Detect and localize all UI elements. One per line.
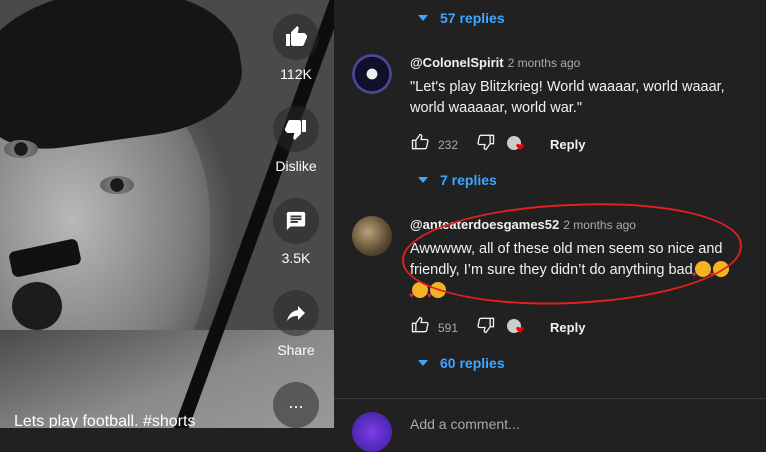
like-count: 591	[438, 320, 459, 335]
comment-text: "Let's play Blitzkrieg! World waaaar, wo…	[410, 79, 725, 116]
avatar[interactable]	[352, 216, 392, 256]
like-count: 232	[438, 137, 459, 152]
thumbs-down-icon	[273, 106, 319, 152]
avatar[interactable]	[352, 54, 392, 94]
video-frame-hair	[0, 0, 250, 158]
creator-heart-icon	[506, 318, 528, 338]
view-replies-button[interactable]: 57 replies	[418, 10, 505, 26]
comment-icon	[273, 198, 319, 244]
view-replies-button[interactable]: 7 replies	[418, 172, 497, 188]
creator-heart-icon	[506, 135, 528, 155]
video-frame-mouth	[12, 282, 62, 330]
thumbs-down-outline-icon[interactable]	[476, 315, 496, 340]
dislike-label: Dislike	[275, 158, 317, 174]
comment-timestamp: 2 months ago	[507, 56, 581, 70]
like-button[interactable]: 112K	[272, 14, 320, 82]
more-options-button[interactable]: ...	[272, 382, 320, 428]
thumbs-up-icon	[273, 14, 319, 60]
video-frame-eye	[100, 176, 134, 194]
video-frame-eye	[4, 140, 38, 158]
thumbs-down-outline-icon[interactable]	[476, 132, 496, 157]
reply-button[interactable]: Reply	[550, 137, 585, 152]
more-dots-icon: ...	[273, 382, 319, 428]
view-replies-button[interactable]: 60 replies	[418, 355, 505, 371]
share-button[interactable]: Share	[272, 290, 320, 358]
like-count: 112K	[280, 66, 312, 82]
reply-button[interactable]: Reply	[550, 320, 585, 335]
caret-down-icon	[418, 15, 428, 21]
share-label: Share	[277, 342, 315, 358]
comments-button[interactable]: 3.5K	[272, 198, 320, 266]
comments-count: 3.5K	[281, 250, 311, 266]
caret-down-icon	[418, 360, 428, 366]
share-arrow-icon	[273, 290, 319, 336]
comment-actions: 591 Reply	[410, 315, 585, 340]
thumbs-up-outline-icon[interactable]	[410, 315, 430, 340]
comment-actions: 232 Reply	[410, 132, 585, 157]
video-player[interactable]: 112K Dislike 3.5K Share ... Lets play fo…	[0, 0, 334, 428]
divider	[334, 398, 766, 399]
dislike-button[interactable]: Dislike	[272, 106, 320, 174]
thumbs-up-outline-icon[interactable]	[410, 132, 430, 157]
avatar	[352, 412, 392, 452]
caret-down-icon	[418, 177, 428, 183]
video-caption: Lets play football. #shorts	[14, 413, 196, 428]
add-comment-input[interactable]: Add a comment...	[410, 416, 520, 432]
comment-author[interactable]: @ColonelSpirit 2 months ago	[410, 55, 580, 70]
